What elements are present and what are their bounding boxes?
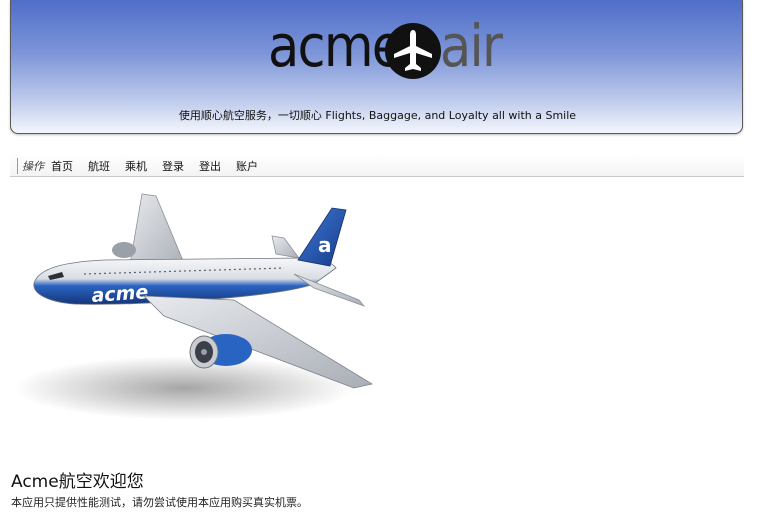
logo-word-air: air [440,12,503,80]
nav-item-home[interactable]: 首页 [51,158,73,174]
nav-item-logout[interactable]: 登出 [199,158,221,174]
header-tagline: 使用顺心航空服务，一切顺心 Flights, Baggage, and Loya… [178,109,577,122]
nav-items: 首页 航班 乘机 登录 登出 账户 [51,158,273,174]
main-nav: 操作 首页 航班 乘机 登录 登出 账户 [10,154,744,177]
nav-item-checkin[interactable]: 乘机 [125,158,147,174]
tail-letter-text: a [318,233,332,257]
airliner-illustration: acme a [14,193,374,420]
nav-item-login[interactable]: 登录 [162,158,184,174]
fuselage-acme-text: acme [91,281,149,307]
nav-item-account[interactable]: 账户 [236,158,258,174]
nav-label: 操作 [17,158,44,174]
logo-word-acme: acme [268,12,403,80]
nav-item-flights[interactable]: 航班 [88,158,110,174]
airplane-icon [385,23,441,79]
acme-air-logo[interactable]: acme air [268,12,503,84]
header-banner: acme air 使用顺心航空服务，一切顺心 Flights, Baggage,… [10,0,743,134]
page: acme air 使用顺心航空服务，一切顺心 Flights, Baggage,… [0,0,760,519]
welcome-text: 本应用只提供性能测试，请勿尝试使用本应用购买真实机票。 [11,496,308,509]
welcome-title: Acme航空欢迎您 [11,472,144,492]
